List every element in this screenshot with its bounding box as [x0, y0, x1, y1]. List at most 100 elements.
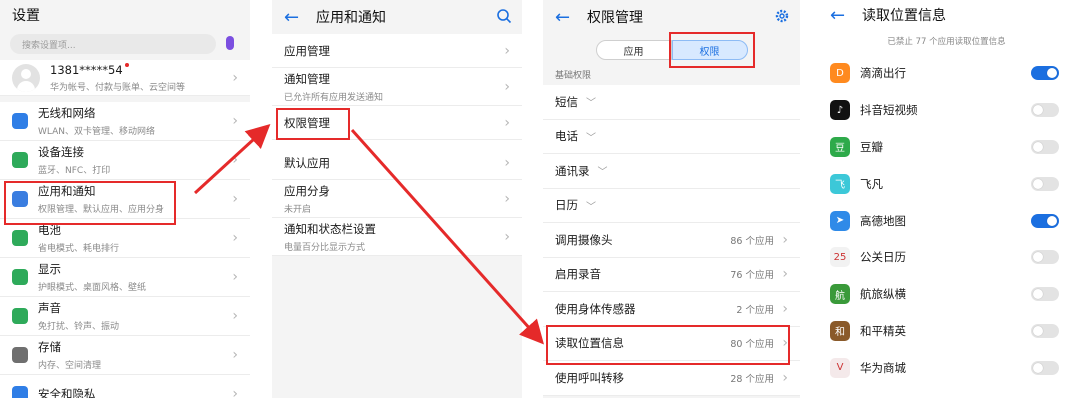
permission-item[interactable]: 使用身体传感器 2 个应用 › — [543, 292, 800, 327]
menu-item[interactable]: 默认应用 › — [272, 146, 522, 180]
chevron-right-icon: › — [232, 269, 238, 285]
app-row: ➤ 高德地图 — [818, 202, 1075, 239]
chevron-right-icon: › — [782, 266, 788, 283]
menu-item[interactable]: 通知管理 已允许所有应用发送通知 › — [272, 68, 522, 106]
back-arrow-icon[interactable]: ← — [284, 7, 306, 28]
chevron-right-icon: › — [232, 191, 238, 207]
location-toggle[interactable] — [1031, 139, 1059, 154]
permission-item[interactable]: 使用呼叫转移 28 个应用 › — [543, 361, 800, 396]
search-icon[interactable] — [496, 8, 512, 24]
avatar — [12, 63, 40, 92]
app-count: 2 个应用 — [736, 304, 774, 316]
chevron-right-icon: › — [232, 308, 238, 324]
settings-item-title: 存储 — [38, 340, 61, 354]
app-count: 86 个应用 — [730, 235, 774, 247]
permission-title: 调用摄像头 — [555, 232, 613, 247]
settings-item[interactable]: 无线和网络 WLAN、双卡管理、移动网络 › — [0, 102, 250, 141]
tab-apps[interactable]: 应用 — [595, 40, 672, 60]
chevron-right-icon: › — [504, 190, 510, 207]
settings-item-title: 安全和隐私 — [38, 387, 96, 398]
blocked-note: 已禁止 77 个应用读取位置信息 — [887, 37, 1006, 47]
menu-item-title: 应用管理 — [284, 43, 330, 58]
settings-item-title: 无线和网络 — [38, 106, 96, 120]
microphone-icon[interactable] — [226, 36, 234, 50]
location-toggle[interactable] — [1031, 103, 1059, 118]
battery-icon — [12, 230, 28, 246]
location-toggle[interactable] — [1031, 287, 1059, 302]
menu-item[interactable]: 通知和状态栏设置 电量百分比显示方式 › — [272, 218, 522, 256]
account-row[interactable]: 1381*****54 华为帐号、付款与账单、云空间等 › — [0, 60, 250, 96]
location-panel: ← 读取位置信息 已禁止 77 个应用读取位置信息 D 滴滴出行 ♪ 抖音短视频豆豆瓣… — [818, 0, 1075, 398]
settings-item[interactable]: 设备连接 蓝牙、NFC、打印 › — [0, 141, 250, 180]
location-toggle[interactable] — [1031, 323, 1059, 338]
back-arrow-icon[interactable]: ← — [830, 5, 852, 26]
menu-item[interactable]: 应用分身未开启 › — [272, 180, 522, 218]
chevron-right-icon: › — [782, 300, 788, 317]
app-name: 华为商城 — [860, 360, 906, 375]
settings-header: 设置 — [0, 0, 250, 30]
app-row: D 滴滴出行 — [818, 55, 1075, 92]
menu-item-sub: 电量百分比显示方式 — [284, 242, 366, 253]
settings-item-title: 显示 — [38, 262, 61, 276]
location-toggle[interactable] — [1031, 360, 1059, 375]
location-toggle[interactable] — [1031, 66, 1059, 81]
search-placeholder: 搜索设置项... — [22, 40, 76, 51]
permission-title: 使用呼叫转移 — [555, 370, 624, 385]
settings-item-title: 设备连接 — [38, 145, 84, 159]
permission-title: 电话 — [555, 129, 578, 144]
app-name: 公关日历 — [860, 250, 906, 265]
location-toggle[interactable] — [1031, 250, 1059, 265]
apps-header: ← 应用和通知 — [272, 0, 522, 34]
menu-item-title: 默认应用 — [284, 155, 330, 170]
permission-title: 通讯录 — [555, 163, 590, 178]
location-header: ← 读取位置信息 — [818, 0, 1075, 30]
settings-item[interactable]: 安全和隐私 › — [0, 375, 250, 398]
device-connect-icon — [12, 152, 28, 168]
chevron-right-icon: › — [232, 113, 238, 129]
apps-notifications-panel: ← 应用和通知 应用管理 › 通知管理 已允许所有应用发送通知 › 权限管理 › 默认应用 › 应… — [272, 0, 522, 398]
app-name: 航旅纵横 — [860, 287, 906, 302]
menu-item-title: 通知和状态栏设置 — [284, 221, 376, 236]
menu-item-title: 应用分身 — [284, 183, 330, 198]
basic-permission-item[interactable]: 日历 ﹀ — [543, 188, 800, 223]
app-name: 滴滴出行 — [860, 66, 906, 81]
section-header: 基础权限 — [543, 66, 800, 85]
chevron-right-icon: › — [232, 347, 238, 363]
settings-item[interactable]: 存储 内存、空间清理 › — [0, 336, 250, 375]
permission-title: 使用身体传感器 — [555, 301, 636, 316]
settings-item-title: 声音 — [38, 301, 61, 315]
menu-item[interactable]: 应用管理 › — [272, 34, 522, 68]
menu-item-sub: 未开启 — [284, 204, 312, 215]
basic-permission-item[interactable]: 通讯录 ﹀ — [543, 154, 800, 189]
settings-item-sub: 省电模式、耗电排行 — [38, 244, 120, 254]
permission-item[interactable]: 启用录音 76 个应用 › — [543, 257, 800, 292]
chevron-right-icon: › — [504, 78, 510, 95]
location-toggle[interactable] — [1031, 213, 1059, 228]
account-name: 1381*****54 — [50, 62, 123, 77]
display-icon — [12, 269, 28, 285]
app-count: 28 个应用 — [730, 373, 774, 385]
app-icon: 航 — [830, 284, 850, 305]
chevron-right-icon: › — [504, 42, 510, 59]
basic-permission-item[interactable]: 短信 ﹀ — [543, 85, 800, 120]
highlight-apps-notifications — [4, 181, 176, 225]
search-input[interactable]: 搜索设置项... — [10, 34, 234, 54]
page-title: 读取位置信息 — [862, 8, 946, 24]
gear-icon[interactable] — [774, 8, 790, 24]
settings-item[interactable]: 显示 护眼模式、桌面风格、壁纸 › — [0, 258, 250, 297]
permission-header: ← 权限管理 — [543, 0, 800, 34]
app-row: 航航旅纵横 — [818, 275, 1075, 313]
account-sub: 华为帐号、付款与账单、云空间等 — [50, 82, 186, 93]
location-toggle[interactable] — [1031, 176, 1059, 191]
highlight-permission-management — [276, 108, 350, 140]
app-count: 76 个应用 — [730, 270, 774, 282]
basic-permission-item[interactable]: 电话 ﹀ — [543, 119, 800, 154]
app-name: 飞凡 — [860, 176, 883, 191]
page-title: 应用和通知 — [316, 10, 386, 26]
storage-icon — [12, 347, 28, 363]
app-name: 抖音短视频 — [860, 103, 918, 118]
back-arrow-icon[interactable]: ← — [555, 7, 577, 28]
permission-item[interactable]: 调用摄像头 86 个应用 › — [543, 223, 800, 258]
chevron-right-icon: › — [782, 369, 788, 386]
settings-item[interactable]: 声音 免打扰、铃声、振动 › — [0, 297, 250, 336]
